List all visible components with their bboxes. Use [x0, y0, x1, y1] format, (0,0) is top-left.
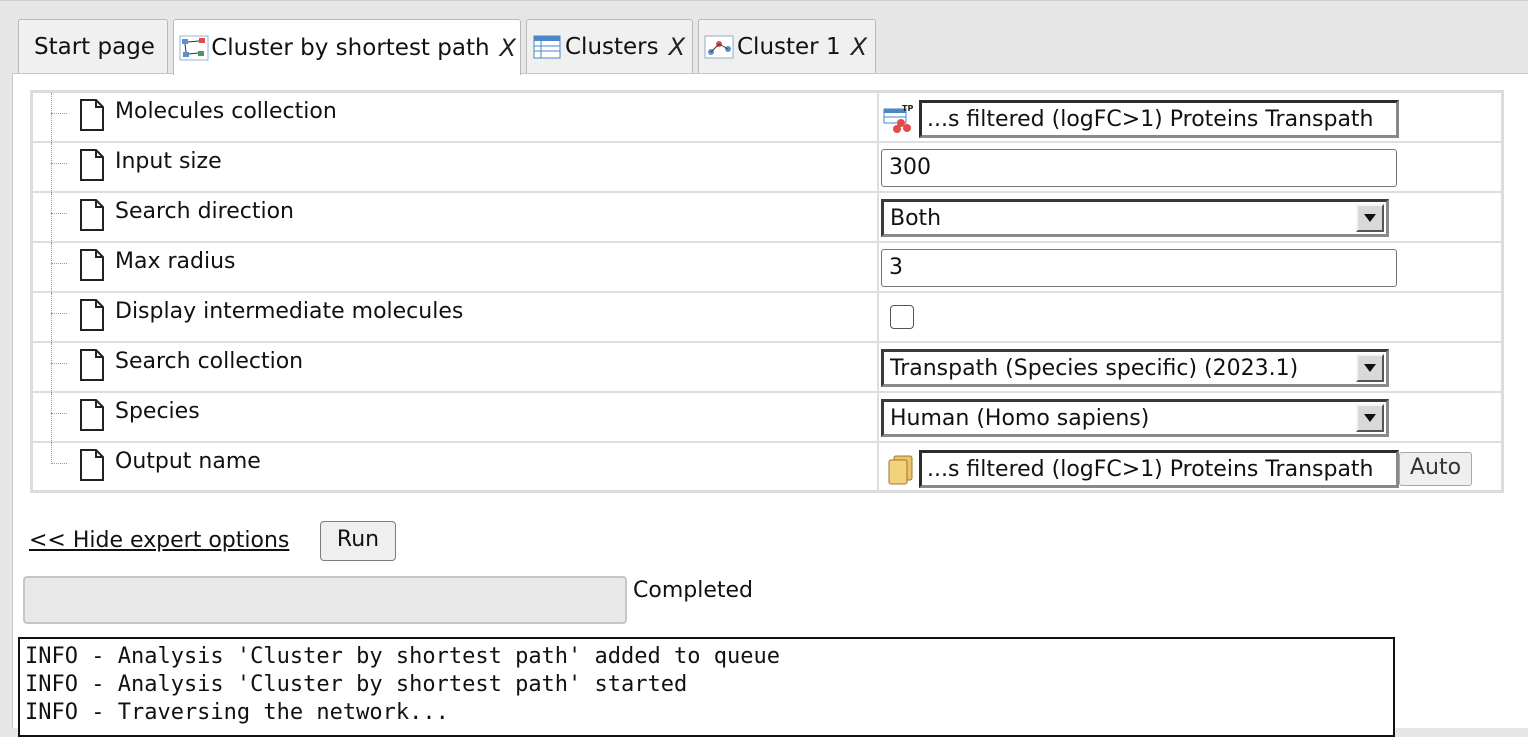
tab-start-page[interactable]: Start page — [18, 19, 168, 73]
option-row-molecules-collection: Molecules collection TP ...s filtered (l… — [33, 93, 1501, 143]
tab-clusters[interactable]: Clusters X — [526, 19, 693, 73]
option-row-display-intermediate: Display intermediate molecules — [33, 293, 1501, 343]
select-value: Transpath (Species specific) (2023.1) — [890, 356, 1299, 381]
tab-label: Start page — [34, 33, 155, 60]
table-icon — [531, 33, 563, 61]
svg-text:TP: TP — [902, 104, 913, 113]
document-icon — [80, 249, 104, 281]
option-label: Search collection — [115, 349, 304, 374]
close-icon[interactable]: X — [669, 33, 685, 61]
option-row-max-radius: Max radius 3 — [33, 243, 1501, 293]
document-icon — [80, 349, 104, 381]
option-label: Search direction — [115, 199, 294, 224]
search-collection-select[interactable]: Transpath (Species specific) (2023.1) — [881, 349, 1389, 387]
option-row-species: Species Human (Homo sapiens) — [33, 393, 1501, 443]
tab-label: Cluster by shortest path — [211, 34, 490, 61]
search-direction-select[interactable]: Both — [881, 199, 1389, 237]
display-intermediate-checkbox[interactable] — [890, 305, 914, 329]
close-icon[interactable]: X — [851, 33, 867, 61]
tab-cluster-by-shortest-path[interactable]: Cluster by shortest path X — [173, 19, 521, 75]
document-icon — [80, 399, 104, 431]
transpath-collection-icon: TP — [883, 103, 917, 135]
analysis-panel: Molecules collection TP ...s filtered (l… — [12, 73, 1528, 737]
options-table: Molecules collection TP ...s filtered (l… — [30, 90, 1504, 493]
option-row-output-name: Output name ...s filtered (logFC>1) Prot… — [33, 443, 1501, 493]
option-row-input-size: Input size 300 — [33, 143, 1501, 193]
tab-label: Cluster 1 — [737, 33, 841, 60]
document-icon — [80, 449, 104, 481]
option-label: Input size — [115, 149, 222, 174]
chevron-down-icon[interactable] — [1356, 354, 1384, 382]
hide-expert-options-link[interactable]: << Hide expert options — [29, 528, 289, 553]
tab-label: Clusters — [565, 33, 659, 60]
status-text: Completed — [633, 578, 753, 603]
option-label: Molecules collection — [115, 99, 337, 124]
document-icon — [80, 199, 104, 231]
document-icon — [80, 149, 104, 181]
chevron-down-icon[interactable] — [1356, 204, 1384, 232]
max-radius-field[interactable]: 3 — [881, 249, 1397, 287]
document-icon — [80, 299, 104, 331]
select-value: Human (Homo sapiens) — [890, 406, 1150, 431]
option-row-search-collection: Search collection Transpath (Species spe… — [33, 343, 1501, 393]
input-size-field[interactable]: 300 — [881, 149, 1397, 187]
run-button[interactable]: Run — [320, 521, 396, 561]
folder-icon — [885, 453, 917, 485]
auto-button[interactable]: Auto — [1399, 452, 1473, 486]
cluster-analysis-icon — [178, 34, 209, 62]
log-line: INFO - Traversing the network... — [25, 700, 449, 725]
output-name-field[interactable]: ...s filtered (logFC>1) Proteins Transpa… — [919, 450, 1399, 488]
log-output: INFO - Analysis 'Cluster by shortest pat… — [18, 637, 1395, 737]
tab-bar: Start page Cluster by shortest path X Cl… — [0, 0, 1528, 75]
molecules-collection-field[interactable]: ...s filtered (logFC>1) Proteins Transpa… — [919, 100, 1399, 138]
option-label: Display intermediate molecules — [115, 299, 464, 324]
species-select[interactable]: Human (Homo sapiens) — [881, 399, 1389, 437]
log-line: INFO - Analysis 'Cluster by shortest pat… — [25, 644, 780, 669]
option-label: Output name — [115, 449, 261, 474]
select-value: Both — [890, 206, 942, 231]
diagram-icon — [703, 33, 735, 61]
document-icon — [80, 99, 104, 131]
option-label: Max radius — [115, 249, 236, 274]
progress-bar — [23, 576, 627, 624]
close-icon[interactable]: X — [500, 34, 516, 62]
log-line: INFO - Analysis 'Cluster by shortest pat… — [25, 672, 688, 697]
option-label: Species — [115, 399, 200, 424]
option-row-search-direction: Search direction Both — [33, 193, 1501, 243]
chevron-down-icon[interactable] — [1356, 404, 1384, 432]
tab-cluster-1[interactable]: Cluster 1 X — [698, 19, 876, 73]
